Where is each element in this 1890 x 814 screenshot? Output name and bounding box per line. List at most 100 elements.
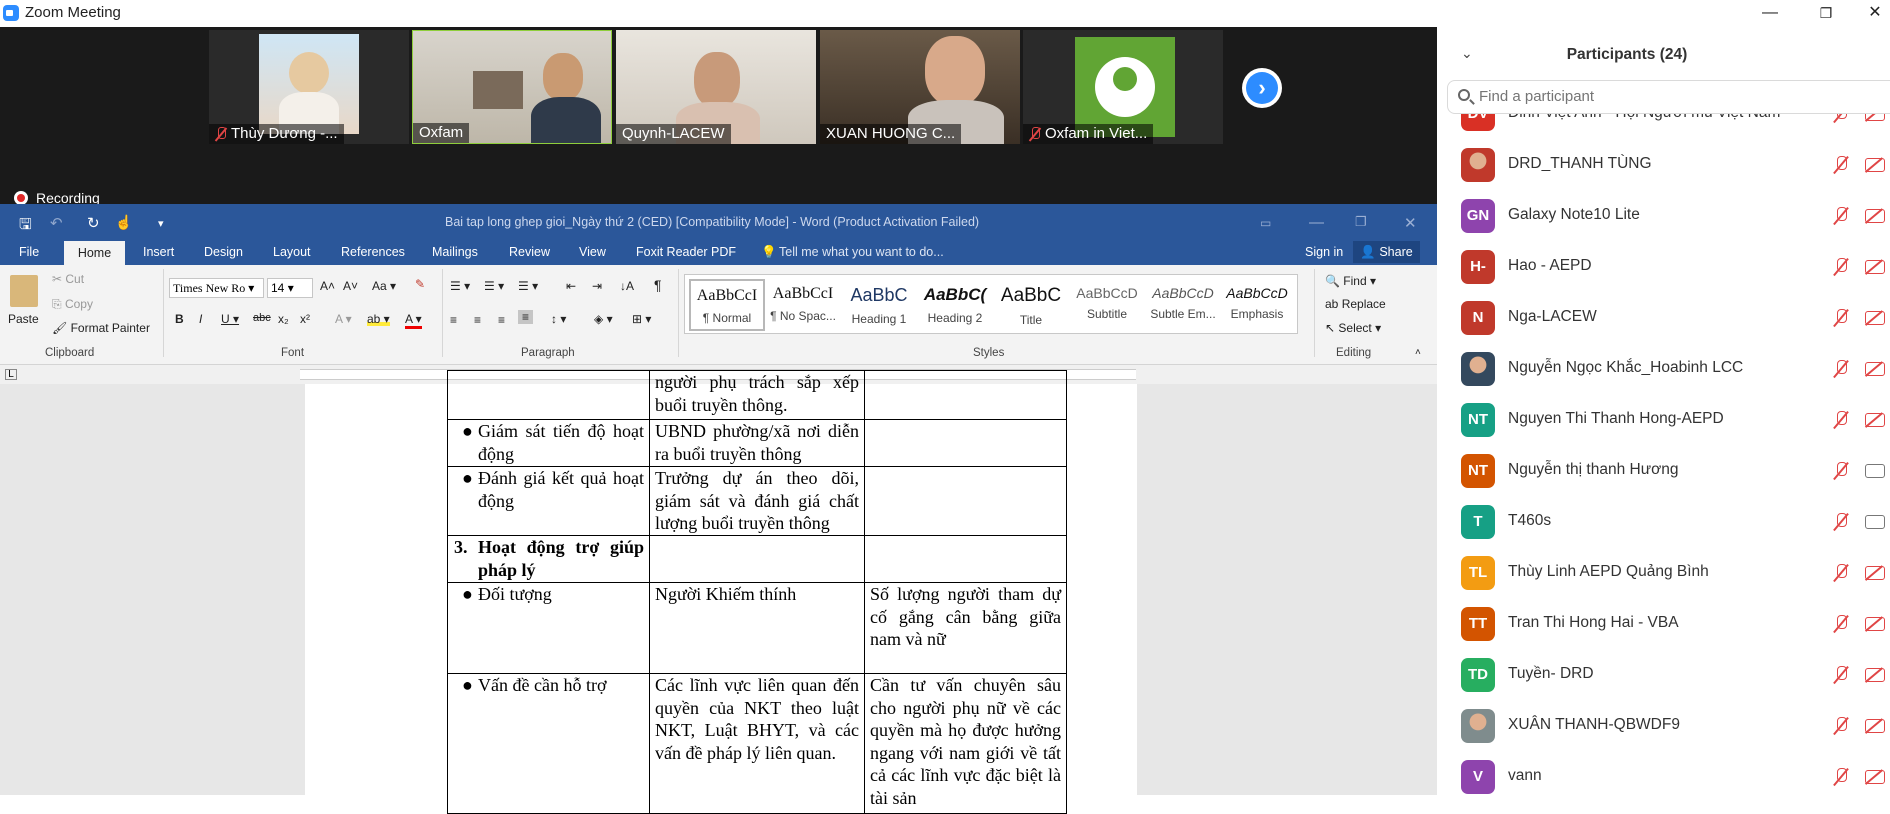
style-no-spacing[interactable]: AaBbCcI ¶ No Spac...	[765, 279, 841, 331]
participant-row[interactable]: XUÂN THANH-QBWDF9	[1437, 700, 1890, 751]
show-formatting-button[interactable]: ¶	[654, 277, 662, 293]
style-heading-1[interactable]: AaBbC Heading 1	[841, 279, 917, 331]
participant-row[interactable]: T T460s	[1437, 496, 1890, 547]
shading-button[interactable]: ◈ ▾	[594, 312, 613, 326]
collapse-ribbon-icon[interactable]: ˄	[1415, 347, 1421, 358]
table-cell[interactable]	[649, 535, 865, 583]
table-cell[interactable]: Người Khiếm thính	[649, 582, 865, 674]
mic-muted-icon[interactable]	[1834, 513, 1848, 531]
participant-row[interactable]: GN Galaxy Note10 Lite	[1437, 190, 1890, 241]
bullets-button[interactable]: ☰ ▾	[450, 279, 470, 293]
participant-row[interactable]: TD Tuyền- DRD	[1437, 649, 1890, 700]
video-off-icon[interactable]	[1865, 770, 1885, 784]
table-cell[interactable]	[864, 370, 1067, 420]
mic-muted-icon[interactable]	[1834, 258, 1848, 276]
tab-design[interactable]: Design	[204, 245, 243, 259]
mic-muted-icon[interactable]	[1834, 309, 1848, 327]
numbering-button[interactable]: ☰ ▾	[484, 279, 504, 293]
table-cell[interactable]	[864, 466, 1067, 536]
style-subtle-emphasis[interactable]: AaBbCcD Subtle Em...	[1145, 279, 1221, 331]
paste-icon[interactable]	[10, 275, 38, 307]
table-cell[interactable]: UBND phường/xã nơi diễn ra buổi truyền t…	[649, 419, 865, 467]
tab-view[interactable]: View	[579, 245, 606, 259]
share-button[interactable]: 👤 Share	[1353, 241, 1420, 263]
participant-row[interactable]: Vvann	[1437, 751, 1890, 795]
highlight-button[interactable]: ab ▾	[367, 312, 390, 326]
next-page-button[interactable]: ›	[1242, 68, 1282, 108]
participant-row[interactable]: H- Hao - AEPD	[1437, 241, 1890, 292]
mic-muted-icon[interactable]	[1834, 156, 1848, 174]
grow-font-button[interactable]: A˄	[320, 279, 335, 293]
save-icon[interactable]: 🖫	[19, 214, 32, 239]
table-cell[interactable]: người phụ trách sắp xếp buổi truyền thôn…	[649, 370, 865, 420]
table-cell[interactable]: ● Giám sát tiến độ hoạt động	[447, 419, 650, 467]
replace-button[interactable]: ab Replace	[1325, 297, 1386, 311]
mic-muted-icon[interactable]	[1834, 564, 1848, 582]
close-button[interactable]: ✕	[1855, 2, 1890, 24]
table-cell[interactable]: Trưởng dự án theo dõi, giám sát và đánh …	[649, 466, 865, 536]
table-cell[interactable]: Các lĩnh vực liên quan đến quyền của NKT…	[649, 673, 865, 814]
line-spacing-button[interactable]: ↕ ▾	[551, 312, 566, 326]
video-off-icon[interactable]	[1865, 617, 1885, 631]
participant-row[interactable]: DRD_THANH TÙNG	[1437, 139, 1890, 190]
table-cell[interactable]: Số lượng người tham dự cố gắng cân bằng …	[864, 582, 1067, 674]
borders-button[interactable]: ⊞ ▾	[632, 312, 651, 326]
participant-row[interactable]: NT Nguyễn thị thanh Hương	[1437, 445, 1890, 496]
bold-button[interactable]: B	[175, 312, 184, 326]
paste-button[interactable]: Paste	[8, 312, 39, 326]
word-minimize-button[interactable]: —	[1309, 214, 1324, 231]
document-page[interactable]: người phụ trách sắp xếp buổi truyền thôn…	[305, 370, 1137, 814]
video-off-icon[interactable]	[1865, 362, 1885, 376]
tab-review[interactable]: Review	[509, 245, 550, 259]
undo-icon[interactable]: ↶	[50, 214, 63, 232]
format-painter-button[interactable]: 🖌 Format Painter	[52, 321, 150, 335]
mic-muted-icon[interactable]	[1834, 114, 1848, 123]
tab-home[interactable]: Home	[64, 241, 125, 265]
multilevel-list-button[interactable]: ☰ ▾	[518, 279, 538, 293]
word-close-button[interactable]: ✕	[1404, 214, 1417, 232]
tab-insert[interactable]: Insert	[143, 245, 174, 259]
table-cell[interactable]: ● Đối tượng	[447, 582, 650, 674]
shrink-font-button[interactable]: A˅	[343, 279, 358, 293]
mic-muted-icon[interactable]	[1834, 411, 1848, 429]
participant-row[interactable]: TL Thùy Linh AEPD Quảng Bình	[1437, 547, 1890, 598]
video-off-icon[interactable]	[1865, 413, 1885, 427]
video-off-icon[interactable]	[1865, 209, 1885, 223]
style-emphasis[interactable]: AaBbCcD Emphasis	[1219, 279, 1295, 331]
sign-in-link[interactable]: Sign in	[1305, 245, 1343, 259]
touch-mode-icon[interactable]: ☝	[115, 214, 132, 231]
video-tile[interactable]: Thùy Dương -...	[209, 30, 409, 144]
style-normal[interactable]: AaBbCcI ¶ Normal	[689, 279, 765, 331]
align-right-button[interactable]: ≡	[498, 313, 505, 327]
minimize-button[interactable]: —	[1750, 2, 1790, 24]
table-cell[interactable]: ● Vấn đề cần hỗ trợ	[447, 673, 650, 814]
font-name-select[interactable]: Times New Ro ▾	[169, 278, 264, 298]
mic-muted-icon[interactable]	[1834, 360, 1848, 378]
clear-formatting-icon[interactable]: ✎	[415, 277, 425, 291]
video-off-icon[interactable]	[1865, 260, 1885, 274]
video-off-icon[interactable]	[1865, 668, 1885, 682]
font-size-select[interactable]: 14 ▾	[267, 278, 313, 298]
copy-button[interactable]: ⎘ Copy	[52, 297, 93, 312]
tell-me-search[interactable]: Tell me what you want to do...	[779, 245, 944, 259]
video-tile[interactable]: Oxfam in Viet...	[1023, 30, 1223, 144]
text-effects-button[interactable]: A ▾	[335, 312, 352, 326]
decrease-indent-button[interactable]: ⇤	[566, 279, 576, 293]
justify-button[interactable]: ≡	[518, 310, 534, 324]
participant-row[interactable]: Nguyễn Ngọc Khắc_Hoabinh LCC	[1437, 343, 1890, 394]
cut-button[interactable]: ✂ Cut	[52, 272, 84, 286]
mic-muted-icon[interactable]	[1834, 768, 1848, 786]
underline-button[interactable]: U ▾	[221, 312, 239, 326]
word-restore-button[interactable]: ❐	[1355, 214, 1367, 230]
mic-muted-icon[interactable]	[1834, 615, 1848, 633]
table-cell[interactable]	[864, 535, 1067, 583]
mic-muted-icon[interactable]	[1834, 462, 1848, 480]
video-off-icon[interactable]	[1865, 158, 1885, 172]
mic-muted-icon[interactable]	[1834, 717, 1848, 735]
align-center-button[interactable]: ≡	[474, 313, 481, 327]
font-color-button[interactable]: A ▾	[405, 312, 422, 329]
customize-toolbar-icon[interactable]: ▾	[158, 217, 164, 230]
tab-references[interactable]: References	[341, 245, 405, 259]
video-off-icon[interactable]	[1865, 566, 1885, 580]
video-on-icon[interactable]	[1865, 464, 1885, 478]
